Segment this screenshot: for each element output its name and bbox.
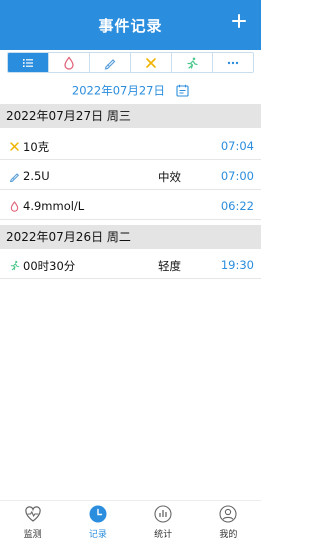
record-value: 2.5U — [23, 169, 50, 183]
record-value: 10克 — [23, 140, 50, 154]
nav-label: 我的 — [219, 530, 238, 540]
record-time: 19:30 — [220, 258, 254, 272]
selected-date: 2022年07月27日 — [71, 83, 165, 98]
nav-item-monitor[interactable]: 监测 — [0, 501, 65, 550]
pen-icon — [9, 173, 20, 182]
stats-icon — [154, 505, 172, 523]
add-record-button[interactable] — [227, 9, 251, 33]
event-filter-bar — [7, 52, 254, 73]
record-row-meal[interactable]: 10克 07:04 — [0, 133, 261, 160]
date-group-header: 2022年07月26日 周二 — [0, 225, 261, 249]
record-time: 06:22 — [220, 199, 254, 213]
filter-tab-all[interactable] — [8, 53, 49, 72]
filter-tab-meal[interactable] — [131, 53, 172, 72]
nav-label: 统计 — [154, 530, 173, 540]
record-row-exercise[interactable]: 00时30分 轻度 19:30 — [0, 252, 261, 279]
record-time: 07:00 — [220, 169, 254, 183]
running-icon — [187, 57, 198, 69]
nav-label: 记录 — [88, 530, 107, 540]
pen-icon — [104, 58, 116, 70]
clock-icon — [89, 505, 107, 523]
page-title: 事件记录 — [98, 17, 163, 35]
fork-knife-icon — [146, 57, 156, 68]
nav-item-profile[interactable]: 我的 — [196, 501, 261, 550]
date-group-header: 2022年07月27日 周三 — [0, 104, 261, 128]
more-icon — [227, 61, 239, 64]
record-value: 4.9mmol/L — [23, 199, 85, 213]
record-row-insulin[interactable]: 2.5U 中效 07:00 — [0, 163, 261, 190]
filter-tab-insulin[interactable] — [90, 53, 131, 72]
running-icon — [10, 260, 20, 271]
record-extra: 轻度 — [158, 259, 181, 273]
monitor-icon — [24, 506, 41, 522]
nav-label: 监测 — [23, 530, 42, 540]
nav-item-records[interactable]: 记录 — [65, 501, 130, 550]
calendar-icon[interactable] — [176, 84, 189, 97]
record-value: 00时30分 — [23, 259, 76, 273]
record-time: 07:04 — [220, 139, 254, 153]
bottom-nav: 监测 记录 统计 我的 — [0, 500, 261, 550]
blood-drop-icon — [10, 201, 19, 212]
app-header: 事件记录 — [0, 0, 261, 50]
filter-tab-glucose[interactable] — [49, 53, 90, 72]
record-row-glucose[interactable]: 4.9mmol/L 06:22 — [0, 193, 261, 220]
user-icon — [219, 505, 237, 523]
fork-knife-icon — [10, 142, 19, 151]
filter-tab-exercise[interactable] — [172, 53, 213, 72]
record-extra: 中效 — [158, 170, 181, 184]
list-icon — [23, 58, 33, 67]
nav-item-stats[interactable]: 统计 — [131, 501, 196, 550]
blood-drop-icon — [64, 55, 74, 70]
date-selector[interactable]: 2022年07月27日 — [0, 80, 261, 98]
filter-tab-more[interactable] — [213, 53, 253, 72]
